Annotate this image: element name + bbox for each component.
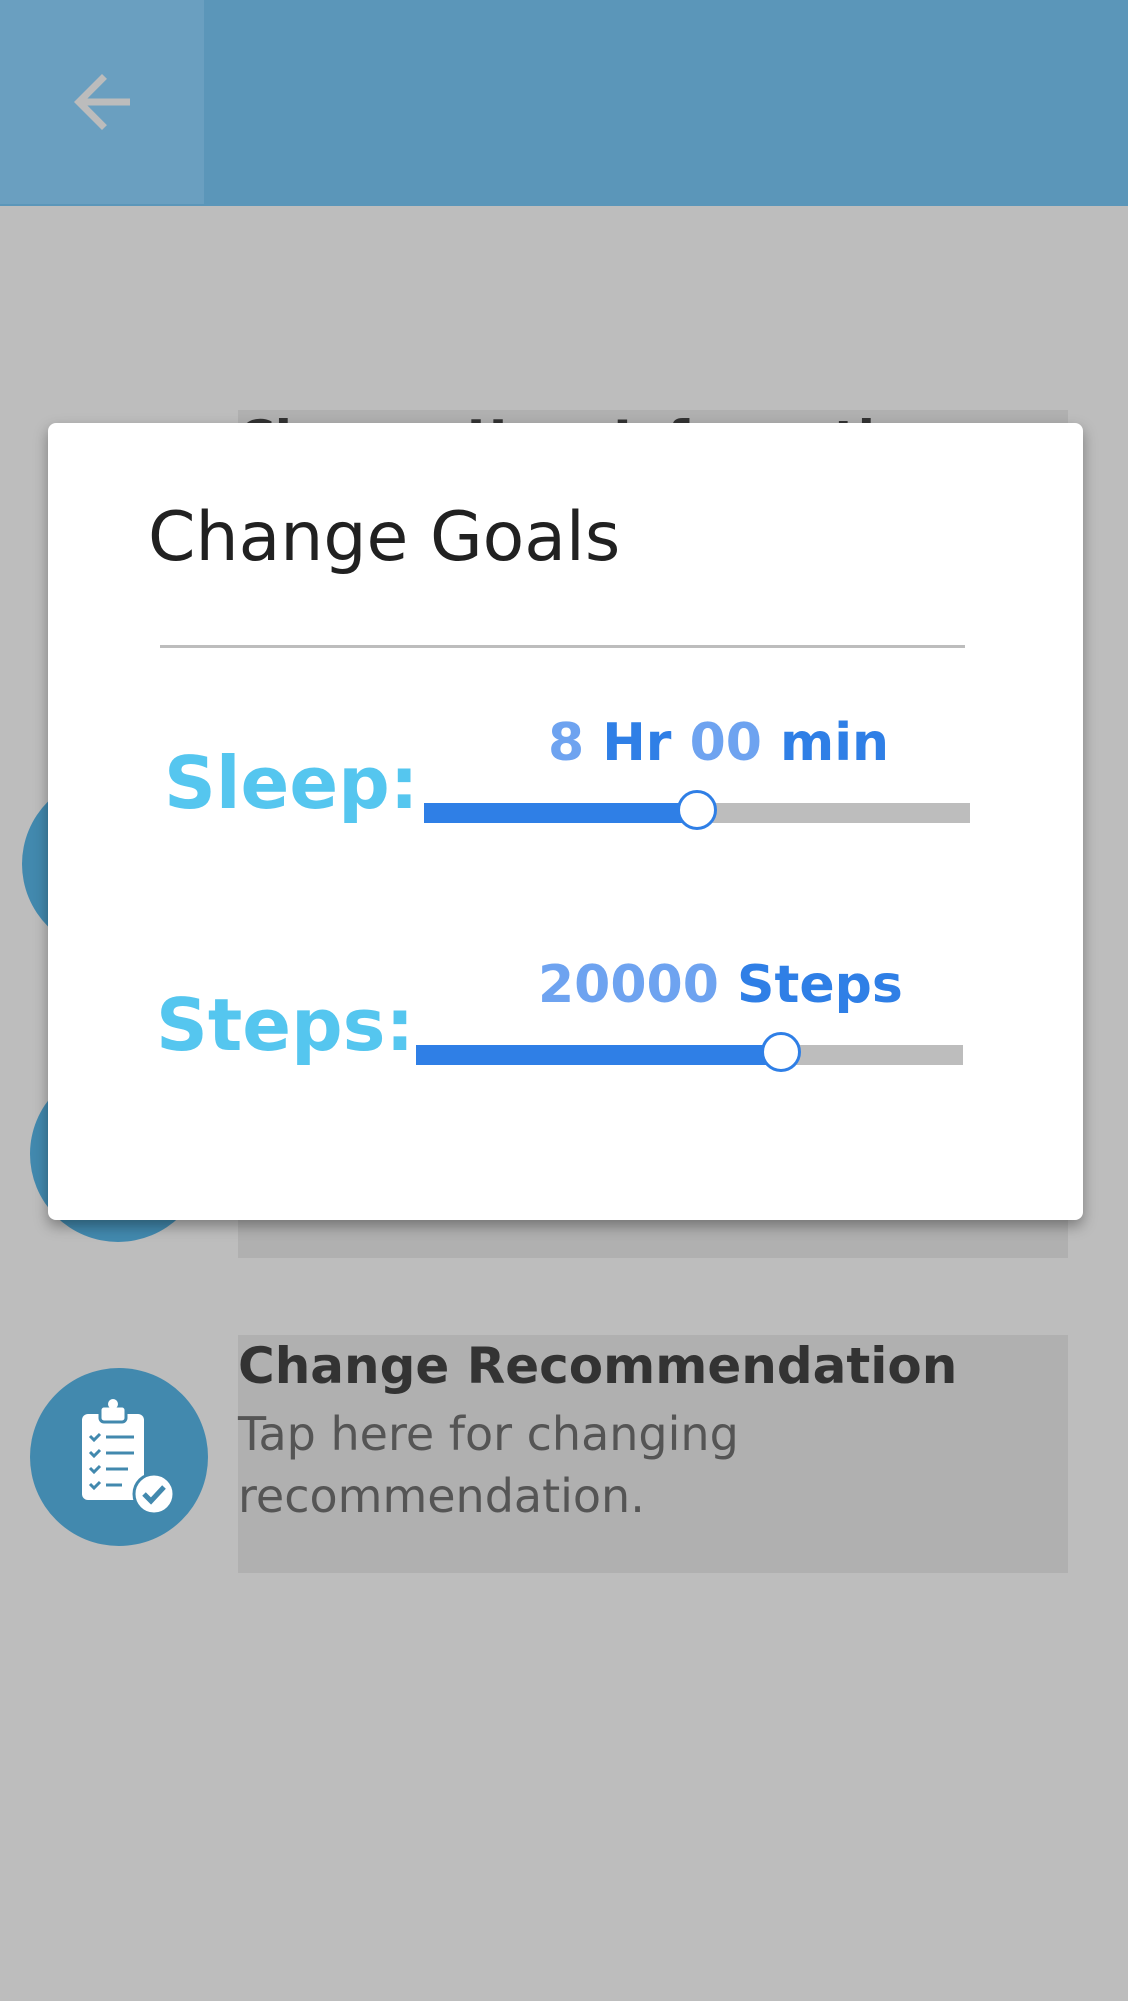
recommendation-icon-circle[interactable] — [30, 1368, 208, 1546]
list-item-title: Change Recommendation — [238, 1337, 958, 1395]
steps-count: 20000 — [538, 955, 719, 1015]
dialog-title: Change Goals — [148, 498, 621, 577]
change-goals-dialog: Change Goals Sleep: 8 Hr 00 min Steps: 2… — [48, 423, 1083, 1220]
divider — [160, 645, 965, 648]
sleep-label: Sleep: — [164, 741, 419, 825]
sleep-hours-unit: Hr — [584, 713, 690, 773]
sleep-slider-fill — [424, 803, 697, 823]
app-bar — [0, 0, 1128, 206]
steps-slider[interactable] — [416, 1032, 963, 1072]
clipboard-check-icon — [82, 1399, 176, 1516]
list-item-subtitle: Tap here for changing recommendation. — [238, 1407, 739, 1523]
steps-slider-fill — [416, 1045, 781, 1065]
sleep-minutes-unit: min — [761, 713, 890, 773]
list-item-recommendation[interactable]: Change Recommendation Tap here for chang… — [238, 1335, 1068, 1573]
arrow-left-icon — [74, 74, 130, 130]
steps-unit: Steps — [718, 955, 903, 1015]
steps-label: Steps: — [156, 983, 415, 1067]
sleep-minutes: 00 — [689, 713, 762, 773]
sleep-value: 8 Hr 00 min — [548, 713, 889, 773]
sleep-slider-thumb[interactable] — [677, 790, 717, 830]
steps-slider-thumb[interactable] — [760, 1032, 801, 1072]
steps-value: 20000 Steps — [538, 955, 903, 1015]
sleep-slider[interactable] — [424, 790, 970, 830]
sleep-hours: 8 — [548, 713, 585, 773]
back-button[interactable] — [0, 0, 204, 204]
